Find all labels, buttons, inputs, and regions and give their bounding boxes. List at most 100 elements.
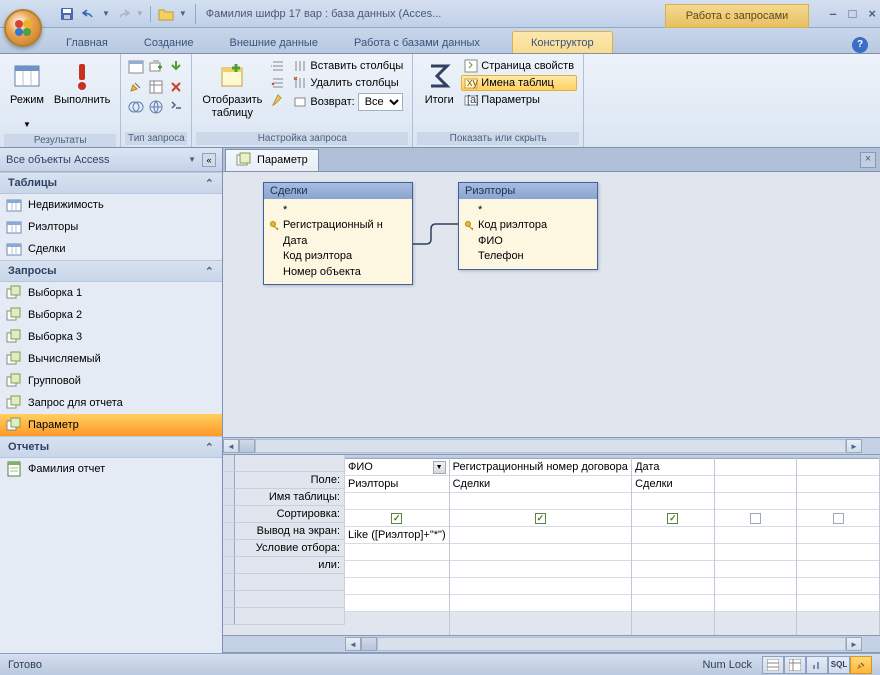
table-field[interactable]: Код риэлтора: [465, 218, 591, 233]
union-icon[interactable]: [127, 98, 145, 116]
query-design-area[interactable]: Сделки*Регистрационный нДатаКод риэлтора…: [223, 172, 880, 437]
delete-query-icon[interactable]: [167, 78, 185, 96]
ribbon-tab[interactable]: Главная: [48, 32, 126, 53]
update-icon[interactable]: [127, 78, 145, 96]
select-query-icon[interactable]: [127, 58, 145, 76]
crosstab-icon[interactable]: [147, 78, 165, 96]
horizontal-scrollbar[interactable]: ◄ ►: [223, 437, 880, 455]
nav-item[interactable]: Вычисляемый: [0, 348, 222, 370]
table-field[interactable]: Регистрационный н: [270, 218, 406, 233]
table-field[interactable]: *: [465, 203, 591, 218]
grid-cell[interactable]: [450, 527, 632, 544]
table-field[interactable]: Дата: [270, 234, 406, 249]
table-field[interactable]: ФИО: [465, 234, 591, 249]
open-icon[interactable]: [157, 5, 175, 23]
grid-cell[interactable]: [632, 561, 714, 578]
append-icon[interactable]: [167, 58, 185, 76]
grid-cell[interactable]: [797, 544, 879, 561]
grid-cell[interactable]: Риэлторы: [345, 476, 449, 493]
grid-cell[interactable]: [632, 595, 714, 612]
totals-button[interactable]: Итоги: [419, 58, 459, 109]
grid-cell[interactable]: [715, 493, 797, 510]
shutter-button[interactable]: «: [202, 153, 216, 167]
undo-icon[interactable]: [80, 5, 98, 23]
pivottable-view-button[interactable]: [784, 656, 806, 674]
builder-button[interactable]: [268, 92, 288, 108]
scroll-right-button[interactable]: ►: [846, 439, 862, 453]
grid-cell[interactable]: [345, 561, 449, 578]
nav-item[interactable]: Параметр: [0, 414, 222, 436]
nav-item[interactable]: Риэлторы: [0, 216, 222, 238]
minimize-button[interactable]: –: [829, 6, 836, 21]
grid-cell[interactable]: ✓: [797, 510, 879, 527]
run-button[interactable]: Выполнить: [50, 58, 114, 109]
delete-cols-button[interactable]: Удалить столбцы: [290, 75, 406, 91]
grid-cell[interactable]: [797, 493, 879, 510]
maximize-button[interactable]: □: [849, 6, 857, 21]
nav-category[interactable]: Запросы⌃: [0, 260, 222, 282]
scroll-left-button[interactable]: ◄: [223, 439, 239, 453]
grid-cell[interactable]: [345, 544, 449, 561]
grid-cell[interactable]: [450, 493, 632, 510]
grid-cell[interactable]: [632, 527, 714, 544]
grid-cell[interactable]: ✓: [632, 510, 714, 527]
close-button[interactable]: ×: [868, 6, 876, 21]
nav-item[interactable]: Недвижимость: [0, 194, 222, 216]
grid-cell[interactable]: ✓: [450, 510, 632, 527]
grid-cell[interactable]: [632, 578, 714, 595]
parameters-button[interactable]: [a]Параметры: [461, 92, 577, 108]
ribbon-tab[interactable]: Внешние данные: [212, 32, 336, 53]
property-sheet-button[interactable]: Страница свойств: [461, 58, 577, 74]
grid-cell[interactable]: [632, 493, 714, 510]
table-field[interactable]: Номер объекта: [270, 265, 406, 280]
save-icon[interactable]: [58, 5, 76, 23]
view-button[interactable]: Режим▼: [6, 58, 48, 132]
return-select[interactable]: Все: [358, 93, 403, 111]
grid-cell[interactable]: [632, 544, 714, 561]
ribbon-tab-contextual[interactable]: Конструктор: [512, 31, 613, 53]
grid-cell[interactable]: [715, 561, 797, 578]
grid-cell[interactable]: [797, 595, 879, 612]
scroll-right-button[interactable]: ►: [846, 637, 862, 651]
data-def-icon[interactable]: [167, 98, 185, 116]
table-box[interactable]: Сделки*Регистрационный нДатаКод риэлтора…: [263, 182, 413, 285]
grid-cell[interactable]: [715, 595, 797, 612]
nav-item[interactable]: Выборка 3: [0, 326, 222, 348]
table-box[interactable]: Риэлторы*Код риэлтораФИОТелефон: [458, 182, 598, 270]
show-table-button[interactable]: Отобразить таблицу: [198, 58, 266, 122]
grid-cell[interactable]: [345, 578, 449, 595]
grid-cell[interactable]: ✓: [715, 510, 797, 527]
datasheet-view-button[interactable]: [762, 656, 784, 674]
nav-category[interactable]: Отчеты⌃: [0, 436, 222, 458]
grid-cell[interactable]: [715, 459, 797, 476]
grid-cell[interactable]: ФИО▼: [345, 459, 449, 476]
nav-item[interactable]: Выборка 1: [0, 282, 222, 304]
table-field[interactable]: Код риэлтора: [270, 249, 406, 264]
grid-cell[interactable]: [797, 561, 879, 578]
help-icon[interactable]: ?: [852, 37, 868, 53]
insert-cols-button[interactable]: Вставить столбцы: [290, 58, 406, 74]
ribbon-tab[interactable]: Работа с базами данных: [336, 32, 498, 53]
table-names-button[interactable]: xyzИмена таблиц: [461, 75, 577, 91]
nav-item[interactable]: Выборка 2: [0, 304, 222, 326]
grid-cell[interactable]: [715, 544, 797, 561]
document-tab[interactable]: Параметр: [225, 149, 319, 171]
grid-cell[interactable]: [797, 527, 879, 544]
grid-cell[interactable]: [797, 476, 879, 493]
table-title[interactable]: Сделки: [264, 183, 412, 199]
design-view-button[interactable]: [850, 656, 872, 674]
make-table-icon[interactable]: [147, 58, 165, 76]
grid-cell[interactable]: [715, 527, 797, 544]
grid-scrollbar[interactable]: ◄ ►: [223, 635, 880, 653]
scroll-left-button[interactable]: ◄: [345, 637, 361, 651]
grid-cell[interactable]: Like ([Риэлтор]+"*"): [345, 527, 449, 544]
sql-view-button[interactable]: SQL: [828, 656, 850, 674]
office-button[interactable]: [4, 9, 42, 47]
grid-cell[interactable]: [450, 544, 632, 561]
redo-icon[interactable]: [114, 5, 132, 23]
nav-header[interactable]: Все объекты Access ▼ «: [0, 148, 222, 172]
grid-cell[interactable]: Дата: [632, 459, 714, 476]
table-field[interactable]: Телефон: [465, 249, 591, 264]
grid-cell[interactable]: [450, 595, 632, 612]
passthrough-icon[interactable]: [147, 98, 165, 116]
